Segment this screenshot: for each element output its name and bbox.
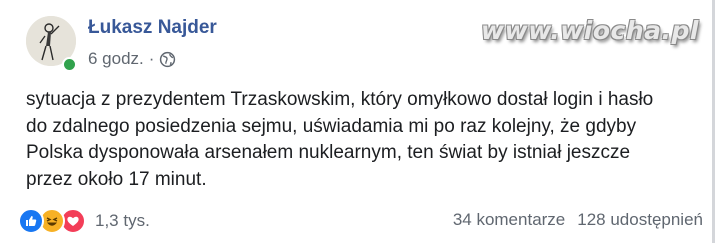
comments-count-link[interactable]: 34 komentarze: [453, 210, 565, 230]
post-text-line: Polska dysponowała arsenałem nuklearnym,…: [26, 142, 631, 163]
reactions-summary[interactable]: 1,3 tys.: [18, 207, 150, 235]
shares-count-link[interactable]: 128 udostępnień: [577, 210, 703, 230]
engagement-stats: 34 komentarze 128 udostępnień: [453, 210, 703, 230]
globe-icon[interactable]: [159, 51, 176, 68]
post-time[interactable]: 6 godz.: [88, 49, 144, 69]
post-text-line: przez około 17 minut.: [26, 168, 207, 190]
meta-separator: ·: [148, 49, 155, 68]
like-icon: [18, 208, 44, 234]
post-text: sytuacja z prezydentem Trzaskowskim, któ…: [26, 87, 706, 193]
author-name[interactable]: Łukasz Najder: [88, 17, 217, 39]
post-text-line: do zdalnego posiedzenia sejmu, uświadami…: [26, 115, 637, 137]
online-status-dot: [62, 57, 77, 72]
post-meta: 6 godz. ·: [88, 48, 176, 70]
watermark: www.wiocha.pl: [481, 16, 699, 45]
post-text-line: sytuacja z prezydentem Trzaskowskim, któ…: [26, 89, 654, 110]
reaction-count[interactable]: 1,3 tys.: [95, 211, 150, 231]
